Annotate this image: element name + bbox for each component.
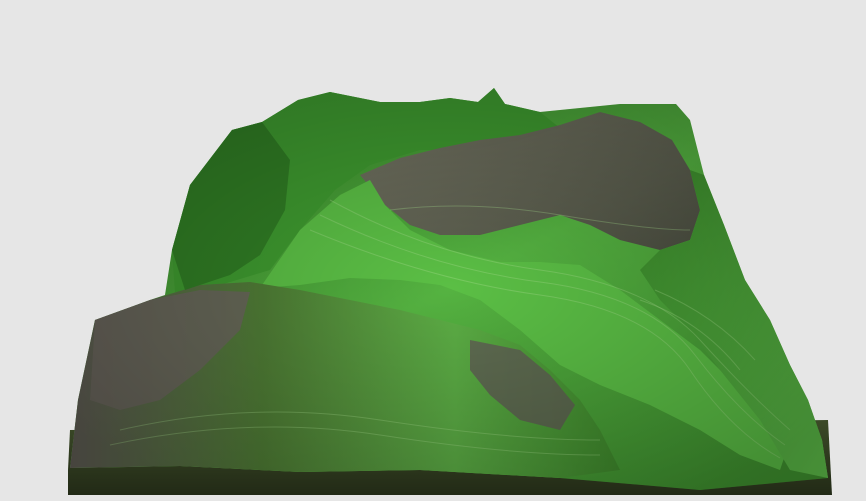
terrain-render — [68, 88, 832, 495]
terrain-viewport[interactable] — [0, 0, 866, 501]
